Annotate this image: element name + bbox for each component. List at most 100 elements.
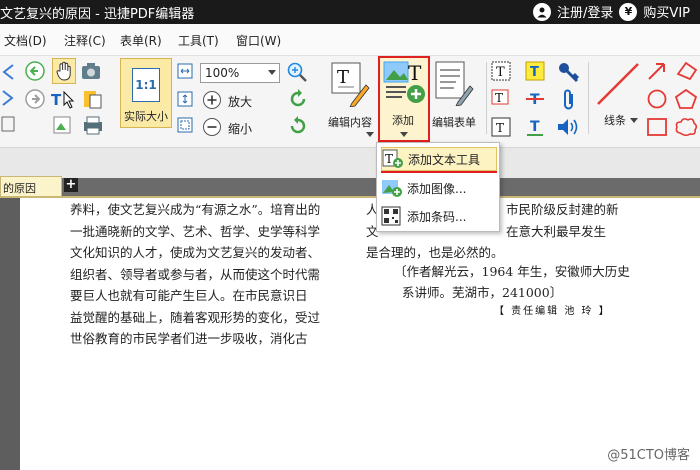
paste-icon[interactable] [80,88,106,110]
fit-visible-icon[interactable] [176,116,194,134]
typewriter-icon[interactable]: T [490,116,512,138]
fit-page-icon[interactable] [0,114,16,134]
add-image-label: 添加图像... [407,181,467,196]
back-icon[interactable] [24,60,46,82]
menu-document[interactable]: 文档(D) [4,32,47,49]
editor-signature: 【 责任编辑 池 玲 】 [494,306,611,317]
add-label: 添加 [392,114,414,127]
text-line: 文化知识的人才，使成为文艺复兴的发动者、 [70,245,321,260]
svg-text:T: T [530,119,540,135]
window-title: 文艺复兴的原因 - 迅捷PDF编辑器 [0,7,195,22]
svg-text:T: T [408,61,422,85]
callout-icon[interactable]: T [490,88,512,110]
rotate-left-icon[interactable] [288,89,308,109]
tab-document-label: 的原因 [3,182,36,195]
add-text-icon: T [382,149,404,169]
add-text-tool-item[interactable]: T 添加文本工具 [381,147,497,171]
new-tab-button[interactable]: + [64,178,78,192]
attach-icon[interactable] [558,88,580,112]
arrow-icon[interactable] [646,60,668,82]
zoom-select[interactable]: 100% [200,63,280,83]
ellipse-icon[interactable] [646,88,668,110]
fit-height-icon[interactable] [176,90,194,108]
edit-content-label[interactable]: 编辑内容 [328,114,372,130]
tab-document[interactable]: 的原因 [0,176,62,196]
zoom-out-icon[interactable] [202,117,222,137]
tab-bar [0,148,700,178]
zoom-in-icon[interactable] [202,90,222,110]
page-margin [0,198,20,470]
add-image-item[interactable]: 添加图像... [381,176,497,200]
forward-icon[interactable] [24,88,46,110]
citation-line-2: 系讲师。芜湖市，241000〕 [402,285,563,300]
svg-text:T: T [51,91,62,109]
menu-comment[interactable]: 注释(C) [64,32,106,49]
edit-form-icon[interactable] [434,60,474,106]
document-right-column-end: 市民阶级反封建的新 在意大利最早发生 [506,199,619,242]
textbox-icon[interactable]: T [490,60,512,82]
select-text-icon[interactable]: T [50,88,76,110]
chevron-down-icon[interactable] [366,132,374,138]
edit-form-label[interactable]: 编辑表单 [432,114,476,130]
user-icon[interactable] [533,2,552,21]
menu-form[interactable]: 表单(R) [120,32,162,49]
polygon-line-icon[interactable] [674,60,698,82]
citation-line-1: 〔作者解光云，1964 年生，安徽师大历史 [394,264,630,279]
ribbon-toolbar: T 1:1 实际大小 100% 放大 缩小 T 编辑内容 T 添加 编辑表单 T… [0,56,700,148]
underline-icon[interactable]: T [524,116,546,138]
document-left-column: 养料，使文艺复兴成为“有源之水”。培育出的 一批通晓新的文学、艺术、哲学、史学等… [70,199,320,350]
svg-text:T: T [530,65,539,80]
actual-size-button[interactable]: 1:1 实际大小 [120,58,172,128]
menu-window[interactable]: 窗口(W) [236,32,281,49]
chevron-down-icon [400,132,408,138]
magnifier-icon[interactable] [286,61,308,83]
hand-tool-icon[interactable] [52,58,76,84]
line-icon[interactable] [594,60,642,108]
add-dropdown-menu: T 添加文本工具 添加图像... 添加条码... [376,142,500,232]
key-icon[interactable] [556,60,580,84]
add-barcode-item[interactable]: 添加条码... [381,204,497,228]
pentagon-icon[interactable] [674,88,698,110]
highlight-text-icon[interactable]: T [524,60,546,82]
rectangle-icon[interactable] [646,116,668,138]
fit-width-icon[interactable] [176,62,194,80]
zoom-value: 100% [205,66,240,80]
add-barcode-label: 添加条码... [407,209,467,224]
text-line: 一批通晓新的文学、艺术、哲学、史学等科学 [70,223,321,239]
add-text-tool-label: 添加文本工具 [408,152,481,167]
zoom-in-label[interactable]: 放大 [228,93,252,110]
prev-page-icon[interactable] [0,62,16,82]
menu-bar: 文档(D) 注释(C) 表单(R) 工具(T) 窗口(W) [0,24,700,56]
svg-text:T: T [496,121,504,135]
actual-size-icon: 1:1 [132,68,160,102]
text-line: 在意大利最早发生 [506,223,607,239]
svg-text:T: T [495,91,503,105]
print-icon[interactable] [80,114,106,136]
yen-icon[interactable]: ¥ [619,2,638,21]
login-link[interactable]: 注册/登录 [557,2,613,21]
strikeout-icon[interactable]: T [524,88,546,110]
buy-vip-link[interactable]: 购买VIP [643,2,690,21]
chevron-down-icon[interactable] [630,118,638,124]
rotate-right-icon[interactable] [288,116,308,136]
select-image-icon[interactable] [50,114,76,136]
text-line: 世俗教育的市民学者们进一步吸收，消化古 [70,331,308,346]
snapshot-icon[interactable] [80,60,102,82]
menu-tools[interactable]: 工具(T) [178,32,219,49]
cloud-icon[interactable] [674,116,698,138]
title-bar: 文艺复兴的原因 - 迅捷PDF编辑器 注册/登录 ¥ 购买VIP [0,0,700,24]
edit-content-icon[interactable]: T [330,58,370,108]
zoom-out-label[interactable]: 缩小 [228,120,252,137]
text-line: 市民阶级反封建的新 [506,202,619,217]
title-bar-actions: 注册/登录 ¥ 购买VIP [533,2,690,21]
line-label[interactable]: 线条 [604,112,626,128]
svg-text:T: T [337,67,349,88]
actual-size-label: 实际大小 [124,110,168,123]
next-page-icon[interactable] [0,88,16,108]
qr-code-icon [381,206,403,226]
svg-text:T: T [385,152,393,166]
add-icon: T [382,60,426,104]
chevron-down-icon [268,70,276,75]
text-line: 组织者、领导者或参与者，从而使这个时代需 [70,266,321,282]
sound-icon[interactable] [556,116,580,138]
